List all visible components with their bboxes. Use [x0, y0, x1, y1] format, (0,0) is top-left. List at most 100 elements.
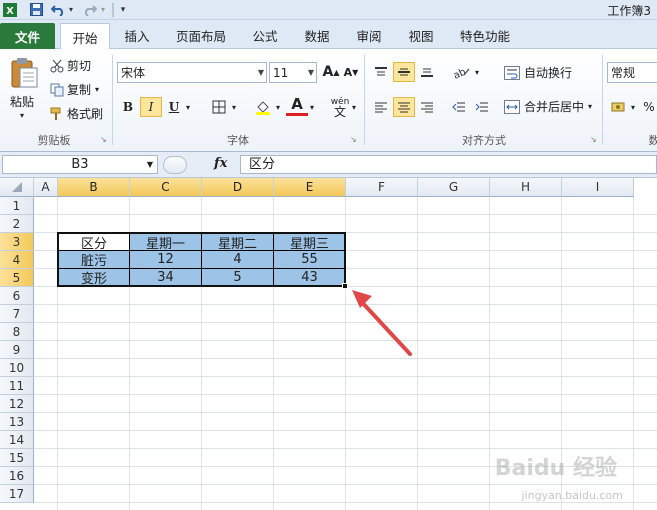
borders-dropdown-icon[interactable]: ▾ [228, 97, 240, 117]
number-format-select[interactable]: 常规 [607, 62, 657, 83]
copy-dropdown-icon[interactable]: ▾ [95, 85, 99, 94]
undo-dropdown-icon[interactable]: ▾ [66, 1, 76, 18]
align-center-button[interactable] [393, 97, 415, 117]
table-cell[interactable]: 5 [202, 269, 274, 287]
row-header-11[interactable]: 11 [0, 377, 34, 395]
wrap-text-button[interactable]: 自动换行 [504, 64, 572, 81]
align-bottom-button[interactable] [416, 62, 438, 82]
decrease-indent-button[interactable] [448, 97, 470, 117]
column-header-d[interactable]: D [202, 178, 274, 197]
row-header-14[interactable]: 14 [0, 431, 34, 449]
select-all-corner[interactable] [0, 178, 34, 197]
row-header-1[interactable]: 1 [0, 197, 34, 215]
row-header-4[interactable]: 4 [0, 251, 34, 269]
font-color-dropdown-icon[interactable]: ▾ [306, 97, 318, 117]
align-middle-button[interactable] [393, 62, 415, 82]
table-cell[interactable]: 4 [202, 251, 274, 269]
table-cell[interactable]: 脏污 [58, 251, 130, 269]
phonetic-dropdown-icon[interactable]: ▾ [348, 97, 360, 117]
alignment-launcher-icon[interactable]: ↘ [590, 135, 597, 144]
table-header-cell[interactable]: 星期一 [130, 233, 202, 252]
paste-button[interactable]: 粘贴 [10, 93, 34, 110]
customize-toolbar-icon[interactable]: ▾ [118, 1, 128, 18]
currency-dropdown-icon[interactable]: ▾ [628, 97, 638, 117]
row-header-6[interactable]: 6 [0, 287, 34, 305]
row-header-8[interactable]: 8 [0, 323, 34, 341]
format-painter-button[interactable]: 格式刷 [50, 105, 103, 122]
row-header-2[interactable]: 2 [0, 215, 34, 233]
tab-formulas[interactable]: 公式 [244, 22, 286, 49]
row-header-17[interactable]: 17 [0, 485, 34, 503]
clipboard-launcher-icon[interactable]: ↘ [100, 135, 107, 144]
align-right-button[interactable] [416, 97, 438, 117]
column-header-h[interactable]: H [490, 178, 562, 197]
tab-page-layout[interactable]: 页面布局 [168, 22, 234, 49]
column-header-g[interactable]: G [418, 178, 490, 197]
redo-dropdown-icon[interactable]: ▾ [98, 1, 108, 18]
grow-font-button[interactable]: A ▲ [320, 62, 342, 82]
tab-data[interactable]: 数据 [296, 22, 338, 49]
row-header-9[interactable]: 9 [0, 341, 34, 359]
copy-button[interactable]: 复制 ▾ [50, 81, 99, 98]
bold-button[interactable]: B [117, 97, 139, 117]
tab-home[interactable]: 开始 [60, 23, 110, 50]
tab-insert[interactable]: 插入 [116, 22, 158, 49]
chevron-down-icon[interactable]: ▼ [147, 156, 153, 173]
merge-dropdown-icon[interactable]: ▾ [588, 102, 592, 111]
undo-icon[interactable] [50, 1, 66, 18]
merge-center-button[interactable]: 合并后居中 ▾ [504, 98, 592, 115]
row-header-10[interactable]: 10 [0, 359, 34, 377]
table-cell[interactable]: 34 [130, 269, 202, 287]
row-header-15[interactable]: 15 [0, 449, 34, 467]
tab-special-features[interactable]: 特色功能 [452, 22, 518, 49]
orientation-button[interactable]: ab [448, 62, 474, 82]
column-header-b[interactable]: B [58, 178, 130, 197]
tab-review[interactable]: 审阅 [348, 22, 390, 49]
percent-button[interactable]: % [640, 97, 657, 117]
row-header-7[interactable]: 7 [0, 305, 34, 323]
table-header-cell[interactable]: 星期二 [202, 233, 274, 252]
font-color-button[interactable]: A [286, 95, 308, 116]
row-header-13[interactable]: 13 [0, 413, 34, 431]
formula-input[interactable]: 区分 [240, 155, 657, 174]
align-top-button[interactable] [370, 62, 392, 82]
formula-bar-splitter[interactable] [163, 156, 187, 174]
shrink-font-button[interactable]: A ▼ [340, 62, 362, 82]
table-header-cell[interactable]: 区分 [58, 233, 130, 252]
paste-dropdown-icon[interactable]: ▾ [20, 111, 24, 120]
column-header-f[interactable]: F [346, 178, 418, 197]
worksheet-grid[interactable]: ABCDEFGHI 1 2 3 4 5 6 7 8 9 10 11 12 13 14 15 16 17 区分 星期… [0, 178, 657, 510]
italic-button[interactable]: I [140, 97, 162, 117]
tab-file[interactable]: 文件 [0, 23, 55, 49]
redo-icon[interactable] [82, 1, 98, 18]
column-header-a[interactable]: A [34, 178, 58, 197]
save-icon[interactable] [28, 1, 44, 18]
font-name-select[interactable]: 宋体 ▼ [117, 62, 267, 83]
column-header-c[interactable]: C [130, 178, 202, 197]
fill-color-dropdown-icon[interactable]: ▾ [272, 97, 284, 117]
column-header-i[interactable]: I [562, 178, 634, 197]
row-header-5[interactable]: 5 [0, 269, 34, 287]
increase-indent-button[interactable] [471, 97, 493, 117]
underline-dropdown-icon[interactable]: ▾ [182, 97, 194, 117]
font-size-select[interactable]: 11 ▼ [269, 62, 317, 83]
font-launcher-icon[interactable]: ↘ [350, 135, 357, 144]
align-left-button[interactable] [370, 97, 392, 117]
table-cell[interactable]: 55 [274, 251, 346, 269]
table-cell[interactable]: 变形 [58, 269, 130, 287]
column-header-e[interactable]: E [274, 178, 346, 197]
row-header-16[interactable]: 16 [0, 467, 34, 485]
borders-button[interactable] [208, 97, 230, 117]
row-header-12[interactable]: 12 [0, 395, 34, 413]
paste-icon[interactable] [6, 55, 42, 91]
table-cell[interactable]: 43 [274, 269, 346, 287]
insert-function-icon[interactable]: fx [214, 156, 227, 171]
fill-color-button[interactable] [252, 97, 274, 117]
table-header-cell[interactable]: 星期三 [274, 233, 346, 252]
row-header-3[interactable]: 3 [0, 233, 34, 251]
cut-button[interactable]: 剪切 [50, 57, 91, 74]
orientation-dropdown-icon[interactable]: ▾ [472, 62, 482, 82]
tab-view[interactable]: 视图 [400, 22, 442, 49]
name-box[interactable]: B3 ▼ [2, 155, 158, 174]
currency-format-button[interactable] [608, 97, 630, 117]
